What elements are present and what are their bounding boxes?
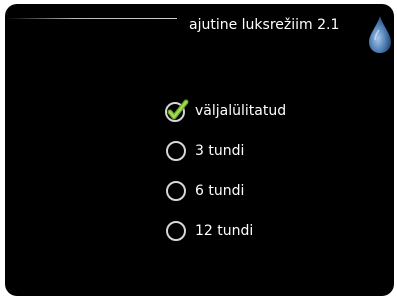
display-screen: ajutine luksrežiim 2.1 väljalülitatud 3 … <box>5 4 394 296</box>
checkmark-icon <box>164 98 190 124</box>
option-label: 6 tundi <box>195 183 245 199</box>
option-list: väljalülitatud 3 tundi 6 tundi 12 tundi <box>164 91 287 251</box>
option-label: 3 tundi <box>195 143 245 159</box>
radio-circle-icon <box>166 221 186 241</box>
option-6-tundi[interactable]: 6 tundi <box>166 171 286 211</box>
option-valjalulitatud[interactable]: väljalülitatud <box>164 91 287 131</box>
option-label: väljalülitatud <box>195 103 287 119</box>
header-divider <box>5 18 177 19</box>
menu-title: ajutine luksrežiim 2.1 <box>189 17 340 33</box>
option-12-tundi[interactable]: 12 tundi <box>166 211 286 251</box>
option-3-tundi[interactable]: 3 tundi <box>166 131 286 171</box>
option-label: 12 tundi <box>195 223 254 239</box>
radio-circle-icon <box>166 141 186 161</box>
radio-circle-icon <box>166 181 186 201</box>
water-drop-icon <box>369 16 391 53</box>
